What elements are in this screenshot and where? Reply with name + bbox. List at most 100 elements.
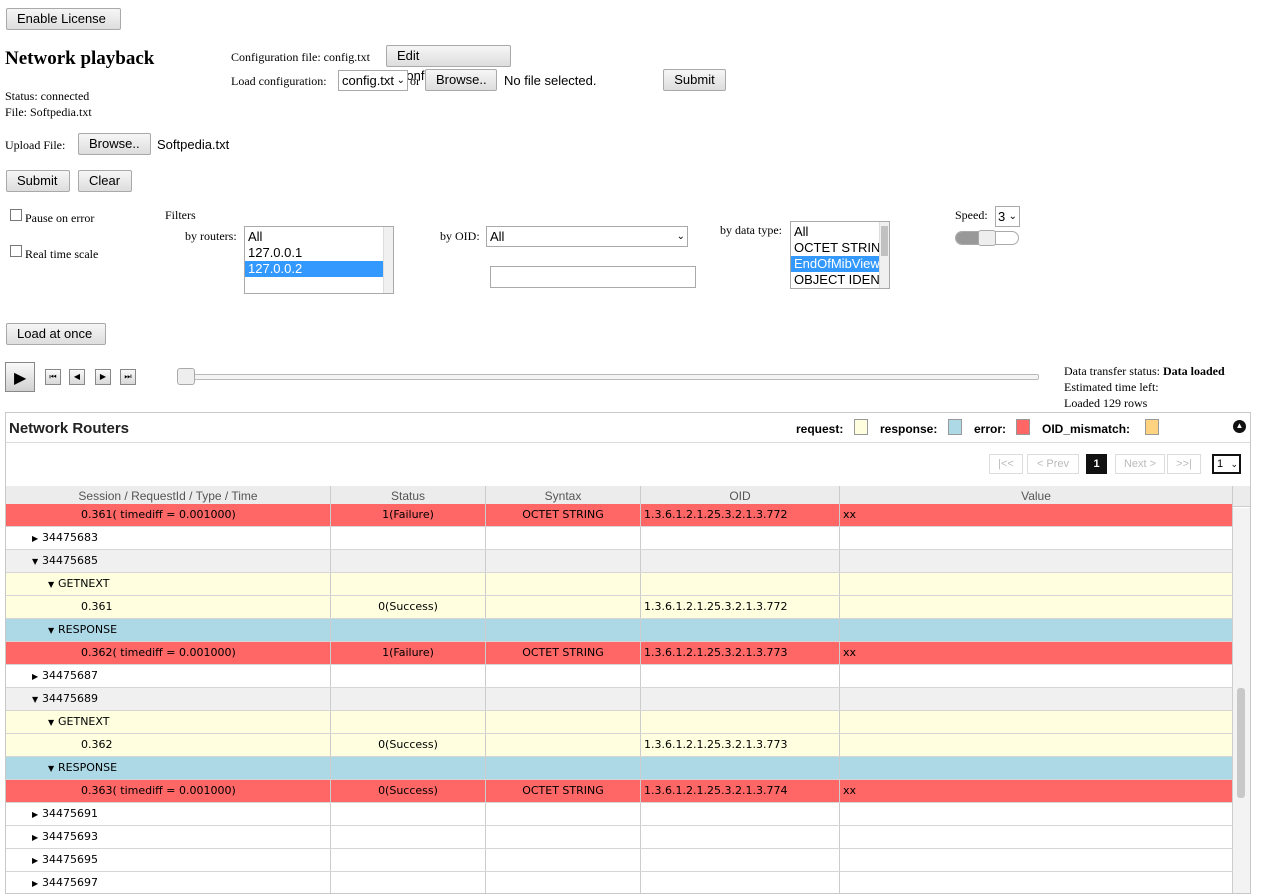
table-scrollbar-thumb[interactable] bbox=[1237, 688, 1245, 798]
playback-slider-handle[interactable] bbox=[177, 368, 195, 385]
datatype-scrollbar[interactable] bbox=[879, 222, 889, 288]
router-option[interactable]: 127.0.0.1 bbox=[245, 245, 393, 261]
load-config-select[interactable]: config.txt ⌄ bbox=[338, 70, 408, 91]
table-row[interactable]: ▼ 34475689 bbox=[6, 688, 1233, 711]
datatype-option[interactable]: OBJECT IDEN bbox=[791, 272, 889, 288]
load-at-once-button[interactable]: Load at once bbox=[6, 323, 106, 345]
enable-license-button[interactable]: Enable License bbox=[6, 8, 121, 30]
collapsed-triangle-icon[interactable]: ▶ bbox=[32, 850, 42, 871]
pager-first[interactable]: |<< bbox=[989, 454, 1023, 474]
skip-start-icon: ⏮ bbox=[49, 372, 57, 381]
table-row[interactable]: 0.361( timediff = 0.001000) 1(Failure) OCT… bbox=[6, 504, 1233, 527]
edit-configuration-button[interactable]: Edit Configuration bbox=[386, 45, 511, 83]
legend-request-swatch bbox=[854, 419, 868, 435]
cell-status bbox=[331, 849, 486, 871]
cell-status bbox=[331, 527, 486, 549]
collapsed-triangle-icon[interactable]: ▶ bbox=[32, 873, 42, 893]
play-button[interactable]: ▶ bbox=[5, 362, 35, 392]
legend-oid-mismatch-swatch bbox=[1145, 419, 1159, 435]
cell-value bbox=[840, 734, 1233, 756]
pager-prev[interactable]: < Prev bbox=[1027, 454, 1079, 474]
cell-oid bbox=[641, 665, 840, 687]
collapsed-triangle-icon[interactable]: ▶ bbox=[32, 666, 42, 687]
step-back-button[interactable]: ◀ bbox=[69, 369, 85, 385]
upload-submit-button[interactable]: Submit bbox=[6, 170, 70, 192]
oid-select[interactable]: All ⌄ bbox=[486, 226, 688, 247]
router-option[interactable]: 127.0.0.2 bbox=[245, 261, 393, 277]
filters-title: Filters bbox=[165, 208, 196, 222]
collapsed-triangle-icon[interactable]: ▶ bbox=[32, 804, 42, 825]
cell-oid: 1.3.6.1.2.1.25.3.2.1.3.772 bbox=[641, 504, 840, 526]
playback-slider[interactable] bbox=[178, 374, 1039, 380]
table-row[interactable]: ▶ 34475687 bbox=[6, 665, 1233, 688]
datatype-filter-label: by data type: bbox=[720, 223, 782, 237]
cell-value bbox=[840, 711, 1233, 733]
expanded-triangle-icon[interactable]: ▼ bbox=[48, 712, 58, 733]
column-header-spacer bbox=[1233, 486, 1250, 507]
table-row[interactable]: ▼ GETNEXT bbox=[6, 711, 1233, 734]
expanded-triangle-icon[interactable]: ▼ bbox=[32, 689, 42, 710]
cell-session: ▼ RESPONSE bbox=[6, 619, 331, 641]
last-frame-button[interactable]: ⏭ bbox=[120, 369, 136, 385]
panel-header: Network Routers request: response: error… bbox=[6, 413, 1250, 443]
routers-scrollbar[interactable] bbox=[383, 227, 393, 293]
table-row[interactable]: ▼ 34475685 bbox=[6, 550, 1233, 573]
config-submit-button[interactable]: Submit bbox=[663, 69, 726, 91]
page-select-value: 1 bbox=[1217, 458, 1224, 470]
collapsed-triangle-icon[interactable]: ▶ bbox=[32, 528, 42, 549]
expanded-triangle-icon[interactable]: ▼ bbox=[48, 574, 58, 595]
cell-session: 0.362( timediff = 0.001000) bbox=[6, 642, 331, 664]
datatype-option[interactable]: OCTET STRIN bbox=[791, 240, 889, 256]
table-row[interactable]: 0.362 0(Success) 1.3.6.1.2.1.25.3.2.1.3.77… bbox=[6, 734, 1233, 757]
table-row[interactable]: ▶ 34475697 bbox=[6, 872, 1233, 893]
speed-slider-handle[interactable] bbox=[978, 230, 996, 246]
cell-value bbox=[840, 665, 1233, 687]
cell-oid bbox=[641, 826, 840, 848]
router-option[interactable]: All bbox=[245, 229, 393, 245]
table-row[interactable]: ▼ RESPONSE bbox=[6, 619, 1233, 642]
cell-status bbox=[331, 573, 486, 595]
datatype-option[interactable]: All bbox=[791, 224, 889, 240]
speed-slider[interactable] bbox=[955, 230, 1019, 246]
cell-oid bbox=[641, 872, 840, 893]
table-row[interactable]: ▶ 34475691 bbox=[6, 803, 1233, 826]
page-select[interactable]: 1 ⌄ bbox=[1212, 454, 1241, 474]
table-row[interactable]: ▼ GETNEXT bbox=[6, 573, 1233, 596]
legend-response-swatch bbox=[948, 419, 962, 435]
table-row[interactable]: ▼ RESPONSE bbox=[6, 757, 1233, 780]
table-scrollbar[interactable] bbox=[1233, 508, 1250, 893]
pager-next[interactable]: Next > bbox=[1115, 454, 1165, 474]
table-row[interactable]: ▶ 34475695 bbox=[6, 849, 1233, 872]
expanded-triangle-icon[interactable]: ▼ bbox=[32, 551, 42, 572]
cell-session-text: 0.361 bbox=[81, 600, 113, 613]
table-row[interactable]: ▶ 34475693 bbox=[6, 826, 1233, 849]
table-row[interactable]: ▶ 34475683 bbox=[6, 527, 1233, 550]
collapse-icon[interactable]: ▲ bbox=[1233, 420, 1246, 433]
datatype-option[interactable]: EndOfMibView bbox=[791, 256, 889, 272]
pager-last[interactable]: >>| bbox=[1167, 454, 1201, 474]
legend-request-label: request: bbox=[796, 422, 844, 436]
table-row[interactable]: 0.362( timediff = 0.001000) 1(Failure) OCT… bbox=[6, 642, 1233, 665]
oid-text-input[interactable] bbox=[490, 266, 696, 288]
pause-on-error-checkbox[interactable] bbox=[10, 209, 22, 221]
datatype-listbox[interactable]: All OCTET STRIN EndOfMibView OBJECT IDEN bbox=[790, 221, 890, 289]
cell-value bbox=[840, 527, 1233, 549]
cell-value bbox=[840, 872, 1233, 893]
config-browse-button[interactable]: Browse.. bbox=[425, 69, 497, 91]
clear-button[interactable]: Clear bbox=[78, 170, 132, 192]
expanded-triangle-icon[interactable]: ▼ bbox=[48, 758, 58, 779]
table-row[interactable]: 0.361 0(Success) 1.3.6.1.2.1.25.3.2.1.3.77… bbox=[6, 596, 1233, 619]
collapsed-triangle-icon[interactable]: ▶ bbox=[32, 827, 42, 848]
real-time-scale-checkbox[interactable] bbox=[10, 245, 22, 257]
expanded-triangle-icon[interactable]: ▼ bbox=[48, 620, 58, 641]
step-forward-button[interactable]: ▶ bbox=[95, 369, 111, 385]
table-row[interactable]: 0.363( timediff = 0.001000) 0(Success) OCT… bbox=[6, 780, 1233, 803]
speed-select[interactable]: 3 ⌄ bbox=[995, 206, 1020, 227]
cell-syntax bbox=[486, 711, 641, 733]
pager-current[interactable]: 1 bbox=[1086, 454, 1107, 474]
routers-listbox[interactable]: All 127.0.0.1 127.0.0.2 bbox=[244, 226, 394, 294]
cell-session: 0.362 bbox=[6, 734, 331, 756]
first-frame-button[interactable]: ⏮ bbox=[45, 369, 61, 385]
upload-file-label: Upload File: bbox=[5, 138, 66, 152]
upload-browse-button[interactable]: Browse.. bbox=[78, 133, 151, 155]
